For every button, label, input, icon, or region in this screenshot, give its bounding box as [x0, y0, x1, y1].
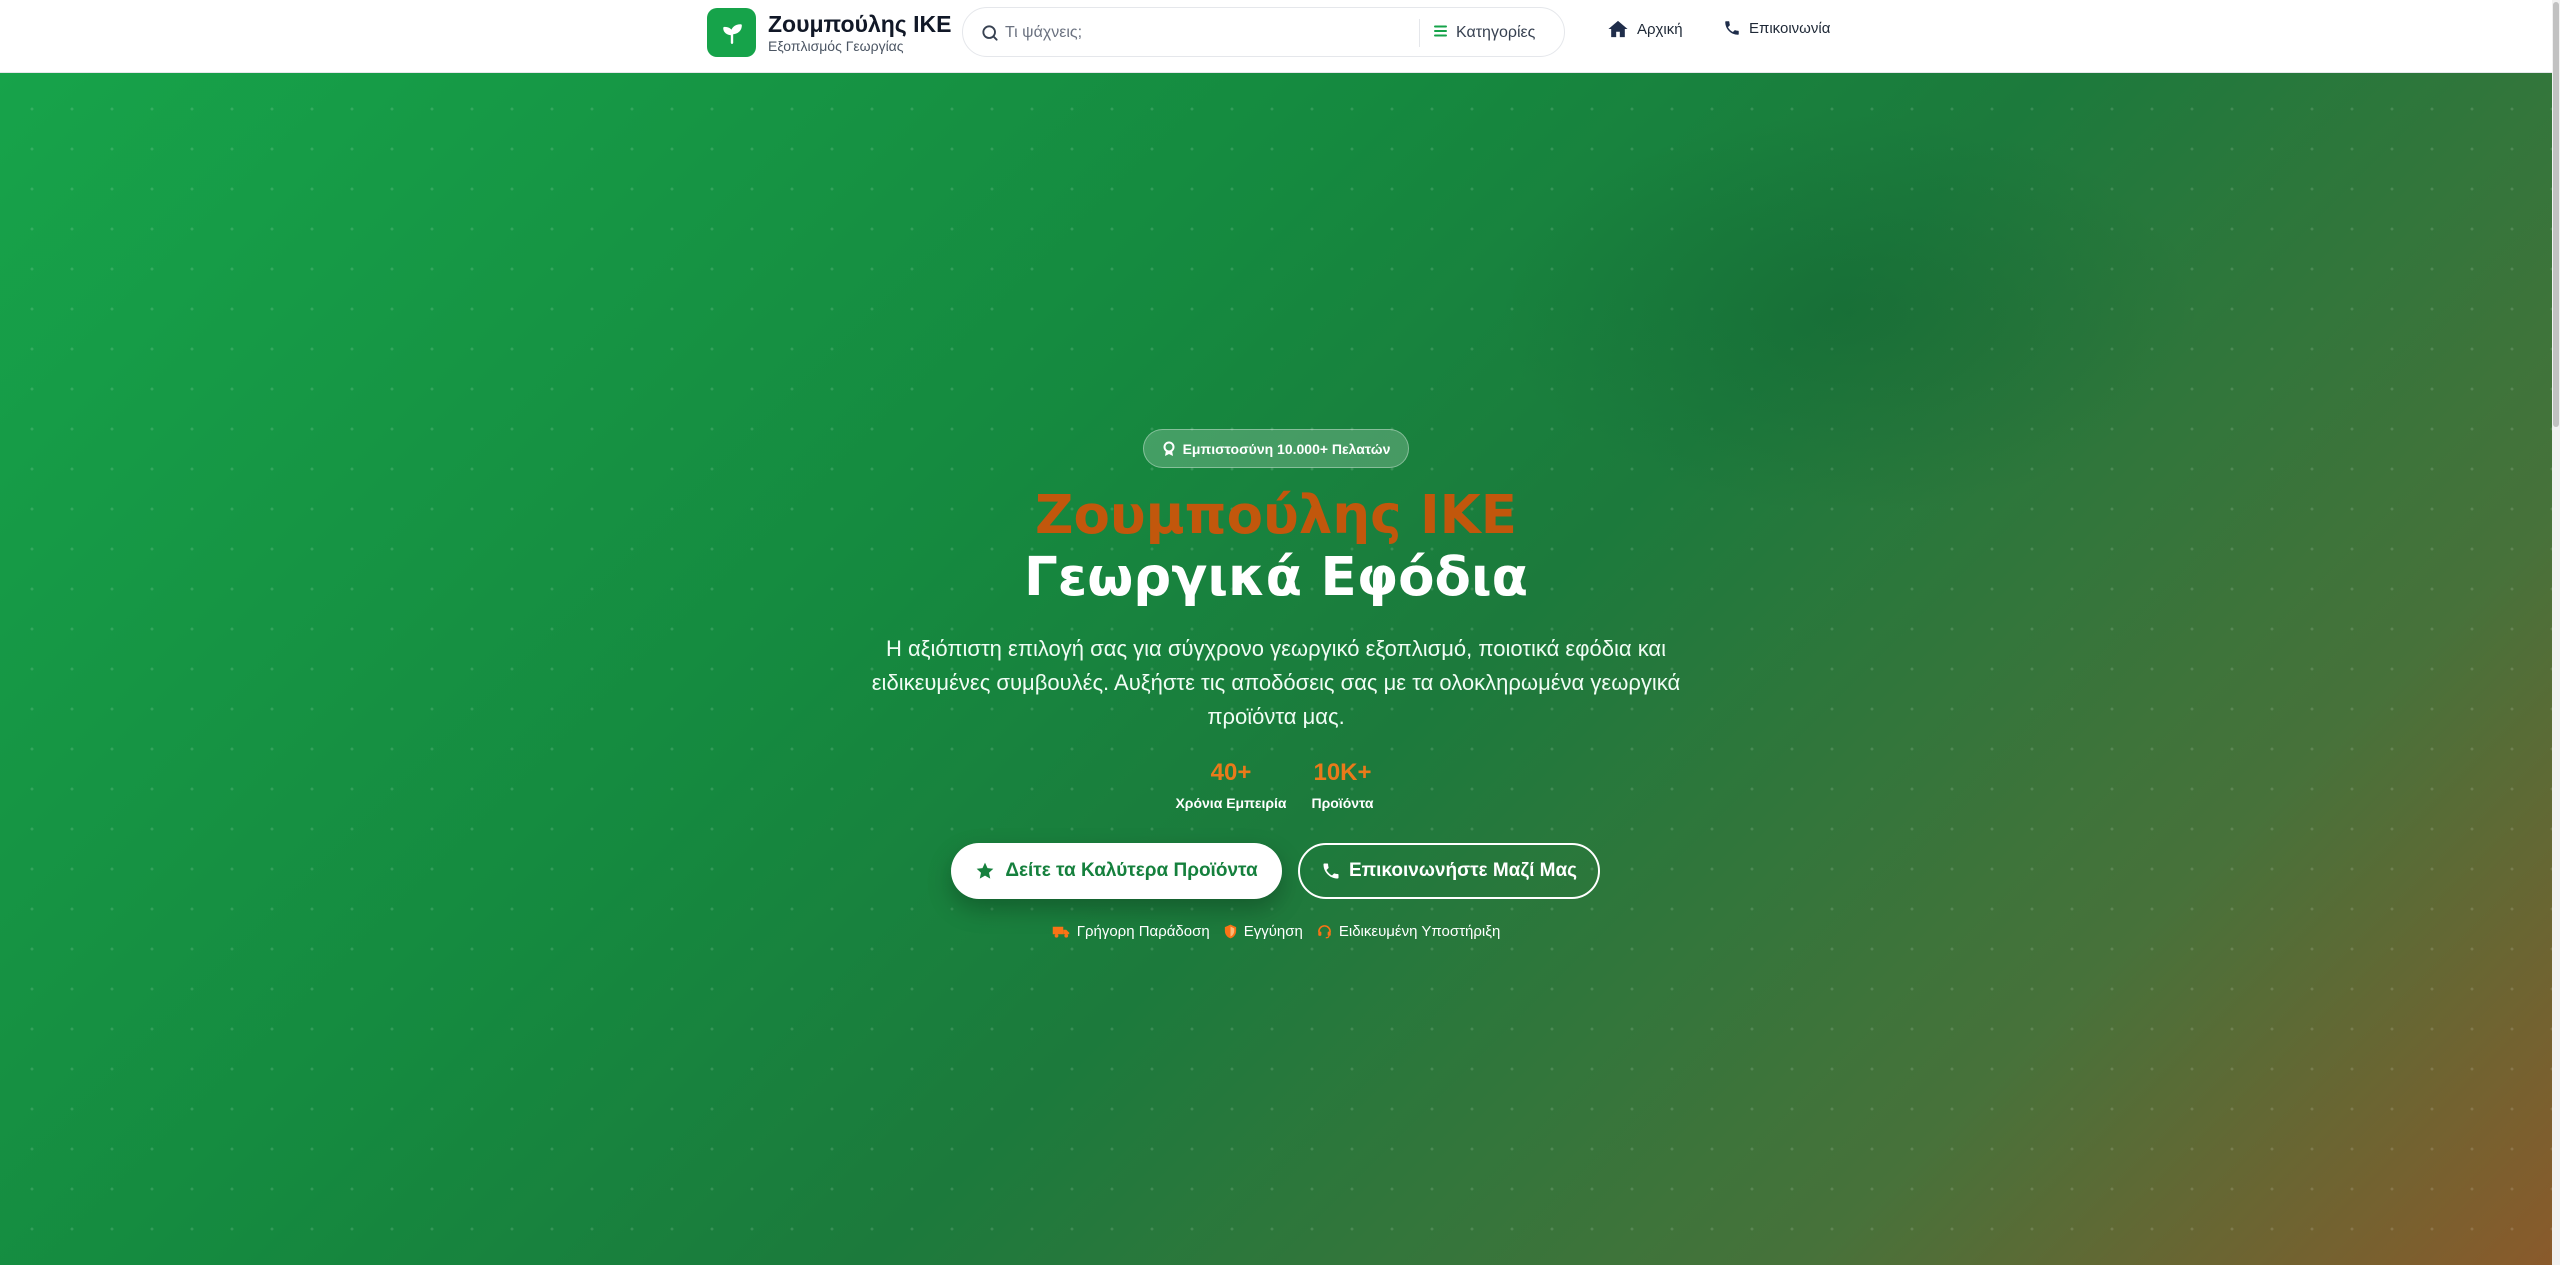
shield-icon — [1224, 924, 1236, 939]
award-icon — [1163, 441, 1175, 456]
categories-label: Κατηγορίες — [1456, 24, 1536, 41]
brand-name: Ζουμπούλης ΙΚΕ — [768, 10, 952, 37]
nav-home[interactable]: Αρχική — [1607, 19, 1683, 39]
search-divider — [1419, 19, 1420, 47]
nav-contact-label: Επικοινωνία — [1749, 19, 1831, 37]
categories-button[interactable]: Κατηγορίες — [1433, 18, 1535, 48]
search-bar: Κατηγορίες — [962, 7, 1565, 57]
feature-list: Γρήγορη Παράδοση Εγγύηση Ειδικευμένη Υπο… — [0, 923, 2552, 940]
home-icon — [1608, 20, 1628, 38]
feature-item: Γρήγορη Παράδοση — [1052, 923, 1210, 940]
feature-label: Ειδικευμένη Υποστήριξη — [1338, 923, 1501, 940]
best-products-button[interactable]: Δείτε τα Καλύτερα Προϊόντα — [951, 843, 1282, 899]
star-icon — [976, 862, 994, 879]
brand-subtitle: Εξοπλισμός Γεωργίας — [768, 37, 904, 54]
background-glow — [1500, 113, 2200, 513]
brand[interactable]: Ζουμπούλης ΙΚΕ Εξοπλισμός Γεωργίας — [707, 8, 952, 57]
headset-icon — [1317, 925, 1331, 939]
trust-badge: Εμπιστοσύνη 10.000+ Πελατών — [1143, 429, 1409, 468]
feature-item: Εγγύηση — [1224, 923, 1303, 940]
stat-experience: 40+ Χρόνια Εμπειρία — [1171, 758, 1291, 811]
feature-label: Εγγύηση — [1243, 923, 1303, 940]
feature-item: Ειδικευμένη Υποστήριξη — [1317, 923, 1500, 940]
contact-us-label: Επικοινωνήστε Μαζί Μας — [1348, 860, 1578, 881]
stat-value: 10K+ — [1313, 759, 1372, 786]
sprout-logo-icon — [707, 8, 756, 57]
phone-icon — [1323, 863, 1339, 879]
hero-title-brand: Ζουμπούλης ΙΚΕ — [1035, 485, 1517, 546]
scrollbar-thumb[interactable] — [2553, 2, 2559, 427]
hero-title-subtitle: Γεωργικά Εφόδια — [1023, 547, 1529, 608]
feature-label: Γρήγορη Παράδοση — [1076, 923, 1210, 940]
stat-products: 10K+ Προϊόντα — [1300, 758, 1385, 811]
hero-description: Η αξιόπιστη επιλογή σας για σύγχρονο γεω… — [871, 636, 1681, 729]
nav-home-label: Αρχική — [1637, 20, 1683, 38]
stat-label: Χρόνια Εμπειρία — [1175, 795, 1287, 811]
search-input[interactable] — [1005, 18, 1365, 48]
nav-contact[interactable]: Επικοινωνία — [1723, 19, 1830, 37]
stat-label: Προϊόντα — [1311, 795, 1374, 811]
search-icon — [980, 23, 1000, 48]
truck-icon — [1052, 926, 1069, 938]
top-header: Ζουμπούλης ΙΚΕ Εξοπλισμός Γεωργίας Κατηγ… — [0, 0, 2552, 73]
stat-value: 40+ — [1210, 759, 1252, 786]
contact-us-button[interactable]: Επικοινωνήστε Μαζί Μας — [1298, 843, 1600, 899]
phone-icon — [1725, 21, 1739, 35]
trust-badge-label: Εμπιστοσύνη 10.000+ Πελατών — [1182, 440, 1391, 457]
best-products-label: Δείτε τα Καλύτερα Προϊόντα — [1005, 860, 1258, 881]
menu-lines-icon — [1433, 24, 1448, 43]
